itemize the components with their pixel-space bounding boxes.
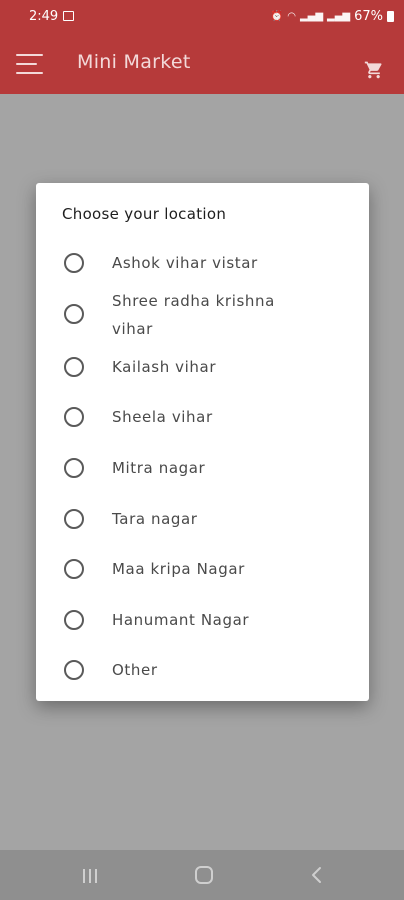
option-label: Kailash vihar — [112, 358, 217, 376]
location-option[interactable]: Kailash vihar — [36, 347, 369, 387]
option-label: Mitra nagar — [112, 459, 206, 477]
option-label: Other — [112, 661, 158, 679]
status-time: 2:49 — [29, 9, 59, 24]
location-option[interactable]: Sheela vihar — [36, 397, 369, 437]
radio-button[interactable] — [64, 304, 84, 324]
location-option[interactable]: Mitra nagar — [36, 448, 369, 488]
cart-icon[interactable] — [364, 60, 384, 80]
signal-icon: ▂▄▆ — [299, 11, 324, 22]
battery-icon — [387, 11, 394, 22]
location-option[interactable]: Tara nagar — [36, 499, 369, 539]
signal-icon-2: ▂▄▆ — [327, 11, 351, 22]
location-option[interactable]: Maa kripa Nagar — [36, 549, 369, 589]
status-indicators: ⏰ ◠ ▂▄▆ ▂▄▆ 67% — [271, 9, 394, 24]
location-option[interactable]: Ashok vihar vistar — [36, 243, 369, 283]
app-bar: Mini Market — [0, 34, 404, 94]
option-label: Maa kripa Nagar — [112, 560, 245, 578]
option-label: Tara nagar — [112, 510, 198, 528]
location-option[interactable]: Other — [36, 650, 369, 690]
radio-button[interactable] — [64, 458, 84, 478]
radio-button[interactable] — [64, 253, 84, 273]
radio-button[interactable] — [64, 559, 84, 579]
wifi-icon: ◠ — [287, 11, 296, 22]
location-option[interactable]: Shree radha krishna vihar — [36, 287, 369, 343]
battery-percent: 67% — [354, 9, 383, 24]
radio-button[interactable] — [64, 357, 84, 377]
system-nav-bar — [0, 850, 404, 900]
radio-button[interactable] — [64, 660, 84, 680]
option-label: Ashok vihar vistar — [112, 254, 258, 272]
recent-apps-icon[interactable] — [83, 869, 99, 883]
option-label: Hanumant Nagar — [112, 611, 250, 629]
dialog-title: Choose your location — [62, 205, 227, 223]
status-bar: 2:49 ⏰ ◠ ▂▄▆ ▂▄▆ 67% — [0, 0, 404, 34]
location-dialog: Choose your location Ashok vihar vistar … — [36, 183, 369, 701]
radio-button[interactable] — [64, 610, 84, 630]
alarm-icon: ⏰ — [270, 11, 284, 22]
radio-button[interactable] — [64, 407, 84, 427]
back-icon[interactable] — [310, 866, 324, 884]
hamburger-icon[interactable] — [16, 54, 43, 75]
location-option[interactable]: Hanumant Nagar — [36, 600, 369, 640]
option-label: Shree radha krishna vihar — [112, 292, 275, 338]
gallery-notification-icon — [63, 11, 74, 21]
app-title: Mini Market — [77, 51, 191, 73]
option-label: Sheela vihar — [112, 408, 213, 426]
radio-button[interactable] — [64, 509, 84, 529]
home-icon[interactable] — [195, 866, 213, 884]
